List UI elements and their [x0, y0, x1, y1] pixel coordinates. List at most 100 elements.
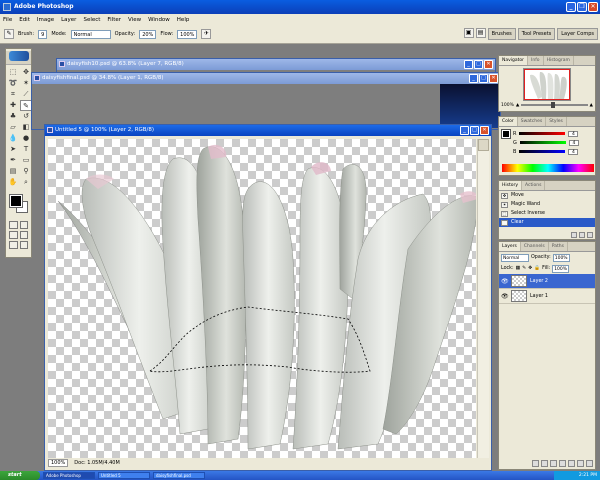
doc-close-button[interactable]: ✕	[484, 60, 493, 69]
tab-channels[interactable]: Channels	[521, 242, 549, 251]
blue-slider[interactable]	[519, 150, 566, 153]
doc-minimize-button[interactable]: _	[469, 74, 478, 83]
red-slider[interactable]	[519, 132, 566, 135]
zoom-tool-icon[interactable]: ⌕	[20, 177, 32, 188]
eraser-tool-icon[interactable]: ▱	[7, 122, 19, 133]
quick-mask-button[interactable]	[19, 221, 28, 229]
blend-mode-select[interactable]: Normal	[501, 253, 529, 262]
navigator-zoom[interactable]: 100%	[501, 103, 514, 108]
layer-opacity-field[interactable]: 100%	[552, 253, 570, 262]
blur-tool-icon[interactable]: 💧	[7, 133, 19, 144]
color-swatch[interactable]	[501, 129, 511, 139]
document-size[interactable]: Doc: 1.05M/4.40M	[74, 460, 120, 466]
mode-select[interactable]: Normal	[70, 29, 111, 39]
vertical-scrollbar[interactable]	[477, 139, 489, 458]
taskbar-item[interactable]: Untitled 5	[98, 472, 150, 479]
layer-row-active[interactable]: 👁 Layer 2	[499, 274, 595, 289]
screen-mode-standard[interactable]	[9, 231, 18, 239]
airbrush-icon[interactable]: ✈	[201, 29, 212, 39]
history-item[interactable]: ✥ Move	[499, 191, 595, 200]
taskbar-item[interactable]: Adobe Photoshop	[43, 472, 95, 479]
document-title-bar[interactable]: Untitled 5 @ 100% (Layer 2, RGB/8) _ □ ✕	[45, 125, 491, 136]
marquee-tool-icon[interactable]: ⬚	[7, 67, 19, 78]
opacity-field[interactable]: 20%	[139, 29, 157, 39]
doc-maximize-button[interactable]: □	[470, 126, 479, 135]
tab-styles[interactable]: Styles	[546, 117, 567, 126]
doc-minimize-button[interactable]: _	[460, 126, 469, 135]
taskbar-item[interactable]: daisyfishfinal.psd	[153, 472, 205, 479]
zoom-in-icon[interactable]: ▲	[590, 103, 593, 108]
new-layer-icon[interactable]	[577, 460, 584, 467]
menu-window[interactable]: Window	[148, 17, 170, 23]
menu-file[interactable]: File	[3, 17, 12, 23]
tab-layers[interactable]: Layers	[499, 242, 521, 251]
navigator-zoom-slider[interactable]	[521, 102, 588, 108]
zoom-out-icon[interactable]: ▲	[516, 103, 519, 108]
clone-stamp-tool-icon[interactable]: ♣	[7, 111, 19, 122]
lock-transparency-icon[interactable]: ▦	[516, 266, 521, 271]
screen-mode-full-menu[interactable]	[19, 231, 28, 239]
tab-history[interactable]: History	[499, 181, 523, 190]
adobe-feather-icon[interactable]	[8, 51, 29, 61]
history-item[interactable]: ✶ Magic Wand	[499, 200, 595, 209]
brush-size-picker[interactable]: 9	[38, 29, 48, 39]
pen-tool-icon[interactable]: ✒	[7, 155, 19, 166]
flow-field[interactable]: 100%	[177, 29, 198, 39]
well-layer-comps[interactable]: Layer Comps	[557, 28, 598, 40]
menu-edit[interactable]: Edit	[19, 17, 30, 23]
fill-field[interactable]: 100%	[552, 264, 570, 273]
close-button[interactable]: ✕	[588, 2, 598, 12]
color-spectrum[interactable]	[502, 164, 594, 172]
type-tool-icon[interactable]: T	[20, 144, 32, 155]
layer-row[interactable]: 👁 Layer 1	[499, 289, 595, 304]
eyedropper-tool-icon[interactable]: ⚲	[20, 166, 32, 177]
tab-swatches[interactable]: Swatches	[518, 117, 547, 126]
doc-close-button[interactable]: ✕	[489, 74, 498, 83]
tab-color[interactable]: Color	[499, 117, 518, 126]
palette-toggle-icon[interactable]: ▤	[475, 28, 486, 38]
well-brushes[interactable]: Brushes	[487, 28, 516, 40]
menu-help[interactable]: Help	[177, 17, 190, 23]
layer-mask-icon[interactable]	[550, 460, 557, 467]
image-canvas[interactable]	[48, 139, 476, 458]
menu-filter[interactable]: Filter	[107, 17, 121, 23]
standard-mode-button[interactable]	[9, 221, 18, 229]
red-value[interactable]: 4	[568, 130, 579, 137]
tab-actions[interactable]: Actions	[522, 181, 546, 190]
menu-view[interactable]: View	[128, 17, 141, 23]
adjustment-layer-icon[interactable]	[568, 460, 575, 467]
history-item-active[interactable]: ▱ Clear	[499, 218, 595, 227]
notes-tool-icon[interactable]: ▤	[7, 166, 19, 177]
crop-tool-icon[interactable]: ⌗	[7, 89, 19, 100]
lock-all-icon[interactable]: 🔒	[534, 266, 540, 271]
document-title-bar[interactable]: daisyfishfinal.psd @ 34.8% (Layer 1, RGB…	[32, 73, 500, 84]
jump-to-imageready-button[interactable]	[19, 241, 28, 249]
restore-button[interactable]: ❐	[577, 2, 587, 12]
minimize-button[interactable]: _	[566, 2, 576, 12]
menu-select[interactable]: Select	[83, 17, 100, 23]
menu-layer[interactable]: Layer	[61, 17, 76, 23]
blue-value[interactable]: 4	[568, 148, 579, 155]
history-item[interactable]: ⬚ Select Inverse	[499, 209, 595, 218]
tab-info[interactable]: Info	[528, 56, 544, 65]
zoom-field[interactable]: 100%	[48, 459, 69, 467]
new-group-icon[interactable]	[559, 460, 566, 467]
path-selection-tool-icon[interactable]: ➤	[7, 144, 19, 155]
green-value[interactable]: 4	[568, 139, 579, 146]
doc-maximize-button[interactable]: □	[479, 74, 488, 83]
document-window-untitled[interactable]: Untitled 5 @ 100% (Layer 2, RGB/8) _ □ ✕	[44, 124, 492, 471]
foreground-color-swatch[interactable]	[9, 194, 23, 208]
tab-navigator[interactable]: Navigator	[499, 56, 529, 65]
file-browser-icon[interactable]: ▣	[463, 28, 474, 38]
visibility-eye-icon[interactable]: 👁	[501, 293, 509, 300]
hand-tool-icon[interactable]: ✋	[7, 177, 19, 188]
scroll-up-arrow[interactable]	[478, 139, 489, 151]
well-tool-presets[interactable]: Tool Presets	[517, 28, 556, 40]
healing-tool-icon[interactable]: ✚	[7, 100, 19, 111]
lasso-tool-icon[interactable]: ➰	[7, 78, 19, 89]
brush-tool-icon[interactable]: ✎	[4, 29, 14, 39]
tab-paths[interactable]: Paths	[549, 242, 568, 251]
new-document-icon[interactable]	[571, 232, 577, 238]
new-snapshot-icon[interactable]	[579, 232, 585, 238]
screen-mode-full[interactable]	[9, 241, 18, 249]
